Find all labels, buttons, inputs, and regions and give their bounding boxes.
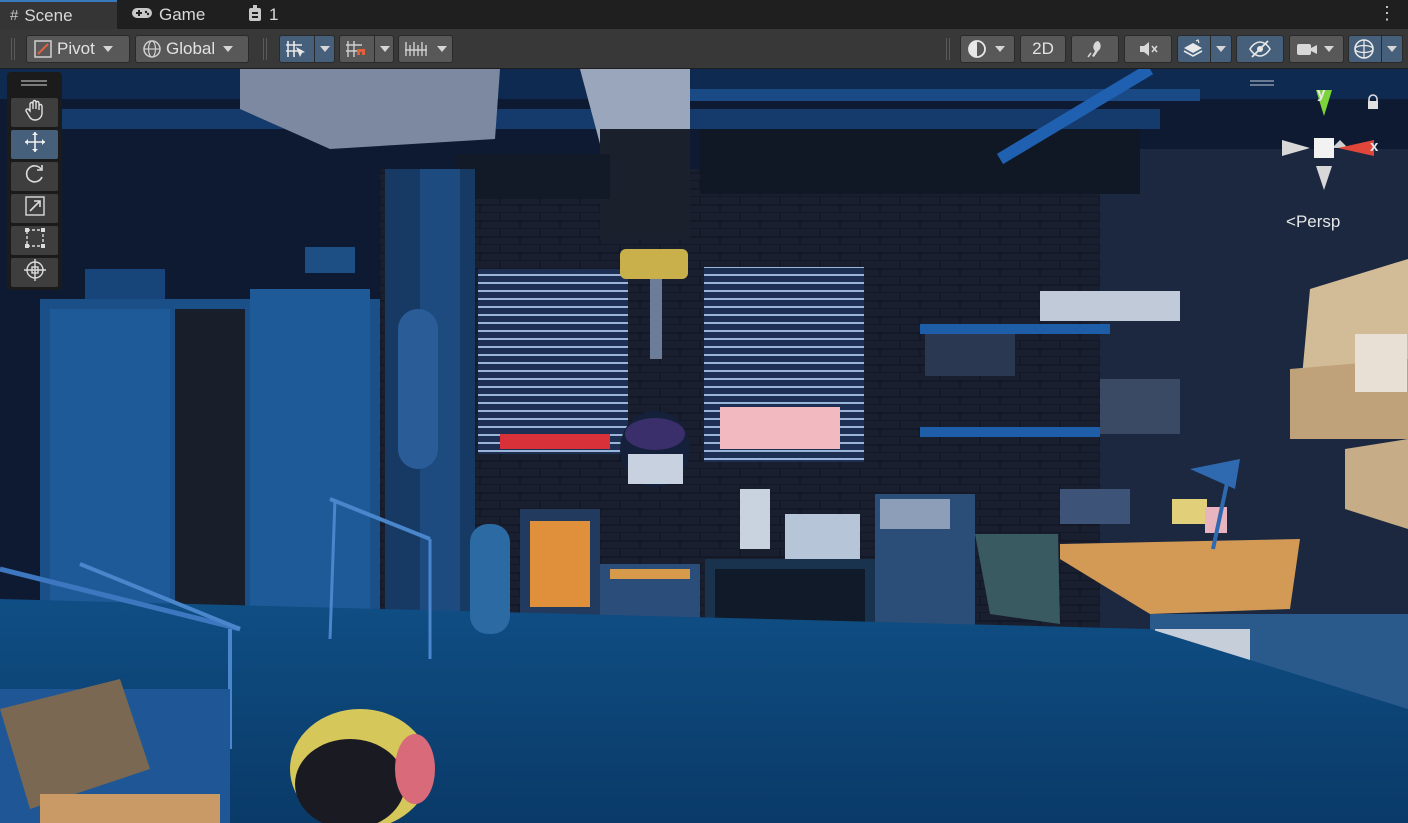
projection-label: Persp (1295, 212, 1341, 231)
window-tab-bar: # Scene Game 1 ⋮ (0, 0, 1408, 29)
pivot-dropdown[interactable]: Pivot (26, 35, 130, 63)
chevron-down-icon (995, 46, 1005, 52)
perspective-icon: < (1286, 212, 1296, 231)
scale-tool-button[interactable] (11, 194, 58, 223)
hand-icon (24, 99, 46, 126)
grid-icon: # (10, 7, 19, 24)
gizmo-x-axis[interactable] (1338, 140, 1374, 156)
gizmos-dropdown[interactable] (1348, 35, 1403, 63)
shading-mode-dropdown[interactable] (960, 35, 1015, 63)
lock-icon[interactable] (1366, 94, 1380, 115)
rect-tool-button[interactable] (11, 226, 58, 255)
move-arrows-icon (23, 130, 47, 159)
scale-icon (24, 195, 46, 222)
effects-layers-icon (1182, 39, 1204, 59)
tab-scene[interactable]: # Scene (0, 0, 117, 29)
pivot-icon (33, 39, 53, 59)
pivot-label: Pivot (57, 39, 95, 58)
gizmo-x-label: x (1370, 138, 1379, 155)
lighting-icon (1085, 39, 1105, 59)
gamepad-icon (131, 6, 153, 24)
tools-overlay (7, 72, 62, 290)
tab-hierarchy-label: 1 (269, 4, 279, 24)
overlay-grip[interactable] (1250, 80, 1274, 86)
tab-game[interactable]: Game (121, 0, 231, 29)
hand-tool-button[interactable] (11, 98, 58, 127)
transform-tool-button[interactable] (11, 258, 58, 287)
mute-icon (1137, 39, 1159, 59)
scene-toolbar: Pivot Global 2D (0, 29, 1408, 69)
hierarchy-icon (247, 4, 263, 26)
tab-game-label: Game (159, 4, 206, 24)
toolbar-grip[interactable] (11, 38, 15, 60)
chevron-down-icon (223, 46, 234, 52)
projection-toggle[interactable]: <Persp (1286, 212, 1340, 232)
effects-dropdown[interactable] (1177, 35, 1232, 63)
scene-visibility-toggle[interactable] (1236, 35, 1284, 63)
audio-toggle[interactable] (1124, 35, 1172, 63)
rotate-tool-button[interactable] (11, 162, 58, 191)
rect-transform-icon (24, 227, 46, 254)
chevron-down-icon (437, 46, 447, 52)
chevron-down-icon (320, 46, 330, 52)
chevron-down-icon (1387, 46, 1397, 52)
mode-2d-label: 2D (1032, 39, 1054, 58)
tab-hierarchy[interactable]: 1 (237, 0, 297, 29)
move-tool-button[interactable] (11, 130, 58, 159)
lighting-toggle[interactable] (1071, 35, 1119, 63)
scene-viewport[interactable] (0, 69, 1408, 823)
chevron-down-icon (1324, 46, 1334, 52)
more-menu-icon[interactable]: ⋮ (1378, 4, 1396, 22)
tools-overlay-grip[interactable] (21, 80, 47, 86)
chevron-down-icon (1216, 46, 1226, 52)
grid-snap-toggle[interactable] (279, 35, 335, 63)
magnet-grid-icon (344, 39, 368, 59)
rotate-icon (24, 163, 46, 190)
camera-icon (1296, 40, 1318, 58)
chevron-down-icon (102, 46, 113, 52)
ruler-icon (403, 39, 429, 59)
hidden-eye-icon (1248, 39, 1272, 59)
gizmo-neg-x-axis[interactable] (1282, 140, 1310, 156)
shading-sphere-icon (967, 39, 987, 59)
global-label: Global (166, 39, 216, 58)
increment-snap-dropdown[interactable] (339, 35, 394, 63)
gizmo-y-label: y (1317, 85, 1326, 102)
grid-snap-icon (284, 39, 306, 59)
gizmo-sphere-icon (1353, 38, 1375, 60)
chevron-down-icon (380, 46, 390, 52)
toolbar-grip[interactable] (946, 38, 950, 60)
scene-render (0, 69, 1408, 823)
gizmo-center-cube[interactable] (1314, 138, 1334, 158)
global-dropdown[interactable]: Global (135, 35, 249, 63)
globe-icon (142, 39, 162, 59)
camera-dropdown[interactable] (1289, 35, 1344, 63)
ruler-dropdown[interactable] (398, 35, 453, 63)
mode-2d-toggle[interactable]: 2D (1020, 35, 1066, 63)
toolbar-grip[interactable] (263, 38, 267, 60)
transform-icon (23, 258, 47, 287)
tab-scene-label: Scene (24, 5, 73, 25)
